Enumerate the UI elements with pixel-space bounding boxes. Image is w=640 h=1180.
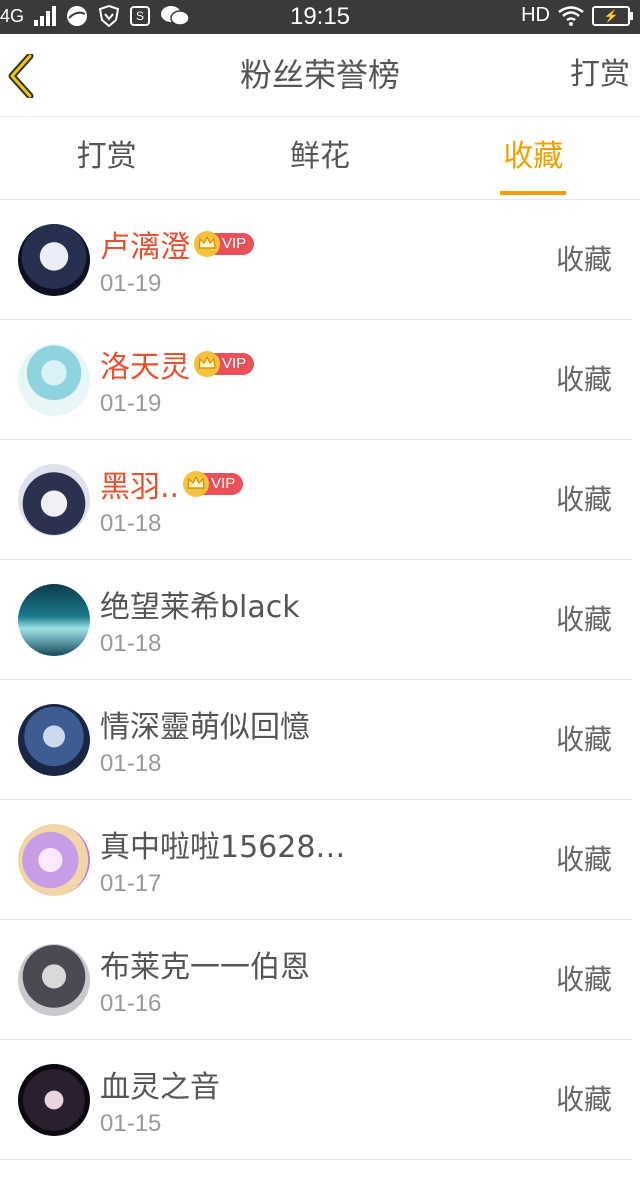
avatar — [18, 704, 90, 776]
fan-list: 卢漓澄 VIP 01-19 收藏 洛天灵 VIP 01-19 收藏 黑羽.. V… — [0, 200, 640, 1160]
user-name: 血灵之音 — [100, 1070, 220, 1105]
tab-bar: 打赏 鲜花 收藏 — [0, 117, 640, 200]
name-line: 绝望莱希black — [100, 582, 300, 626]
item-date: 01-18 — [100, 630, 162, 657]
user-name: 洛天灵 — [100, 350, 190, 385]
favorite-label: 收藏 — [555, 483, 612, 516]
crown-icon — [183, 471, 210, 497]
list-item[interactable]: 卢漓澄 VIP 01-19 收藏 — [0, 200, 632, 320]
list-item[interactable]: 情深靈萌似回憶 01-18 收藏 — [0, 680, 632, 800]
favorite-label: 收藏 — [555, 723, 612, 756]
list-item[interactable]: 血灵之音 01-15 收藏 — [0, 1040, 632, 1160]
item-date: 01-19 — [100, 270, 162, 297]
name-line: 真中啦啦15628… — [100, 822, 345, 866]
crown-icon — [194, 231, 220, 257]
name-line: 情深靈萌似回憶 — [100, 702, 310, 746]
item-date: 01-16 — [100, 990, 162, 1017]
user-name: 黑羽.. — [100, 470, 180, 505]
header: 粉丝荣誉榜 打赏 — [0, 34, 640, 117]
avatar — [18, 224, 90, 296]
status-bar: 4G S 19:15 HD ⚡ — [0, 0, 640, 34]
avatar — [18, 584, 90, 656]
name-line: 布莱克一一伯恩 — [100, 942, 310, 986]
item-date: 01-19 — [100, 390, 162, 417]
favorite-label: 收藏 — [555, 843, 612, 876]
tab-label: 鲜花 — [289, 139, 350, 174]
name-line: 洛天灵 VIP — [100, 342, 255, 386]
user-name: 布莱克一一伯恩 — [100, 950, 310, 985]
user-name: 绝望莱希black — [100, 590, 300, 625]
list-item[interactable]: 真中啦啦15628… 01-17 收藏 — [0, 800, 632, 920]
battery-icon: ⚡ — [592, 5, 633, 26]
name-line: 卢漓澄 VIP — [100, 222, 255, 266]
item-date: 01-18 — [100, 750, 162, 777]
crown-icon — [194, 351, 220, 377]
favorite-label: 收藏 — [555, 1083, 612, 1116]
vip-badge: VIP — [194, 231, 255, 257]
reward-button[interactable]: 打赏 — [570, 34, 630, 116]
tab-label: 打赏 — [76, 139, 137, 174]
hd-indicator: HD — [521, 4, 550, 26]
list-item[interactable]: 黑羽.. VIP 01-18 收藏 — [0, 440, 632, 560]
item-date: 01-18 — [100, 510, 162, 537]
user-name: 真中啦啦15628… — [100, 830, 346, 865]
list-item[interactable]: 布莱克一一伯恩 01-16 收藏 — [0, 920, 632, 1040]
active-tab-underline — [500, 191, 567, 195]
name-line: 黑羽.. VIP — [100, 462, 244, 506]
tab-reward[interactable]: 打赏 — [0, 117, 213, 199]
avatar — [18, 464, 90, 536]
favorite-label: 收藏 — [555, 363, 612, 396]
avatar — [18, 1064, 90, 1136]
tab-favorites[interactable]: 收藏 — [427, 117, 640, 199]
favorite-label: 收藏 — [555, 603, 612, 636]
tab-flowers[interactable]: 鲜花 — [213, 117, 426, 199]
name-line: 血灵之音 — [100, 1062, 220, 1106]
user-name: 情深靈萌似回憶 — [100, 710, 310, 745]
list-item[interactable]: 绝望莱希black 01-18 收藏 — [0, 560, 632, 680]
page-title: 粉丝荣誉榜 — [239, 56, 400, 94]
vip-badge: VIP — [194, 351, 255, 377]
status-right: HD ⚡ — [521, 4, 633, 27]
tab-label: 收藏 — [503, 139, 564, 174]
avatar — [18, 944, 90, 1016]
wifi-icon — [558, 5, 584, 26]
item-date: 01-15 — [100, 1110, 162, 1137]
favorite-label: 收藏 — [555, 243, 612, 276]
item-date: 01-17 — [100, 870, 162, 897]
list-item[interactable]: 洛天灵 VIP 01-19 收藏 — [0, 320, 632, 440]
vip-badge: VIP — [183, 471, 244, 497]
avatar — [18, 824, 90, 896]
favorite-label: 收藏 — [555, 963, 612, 996]
avatar — [18, 344, 90, 416]
user-name: 卢漓澄 — [100, 230, 190, 265]
